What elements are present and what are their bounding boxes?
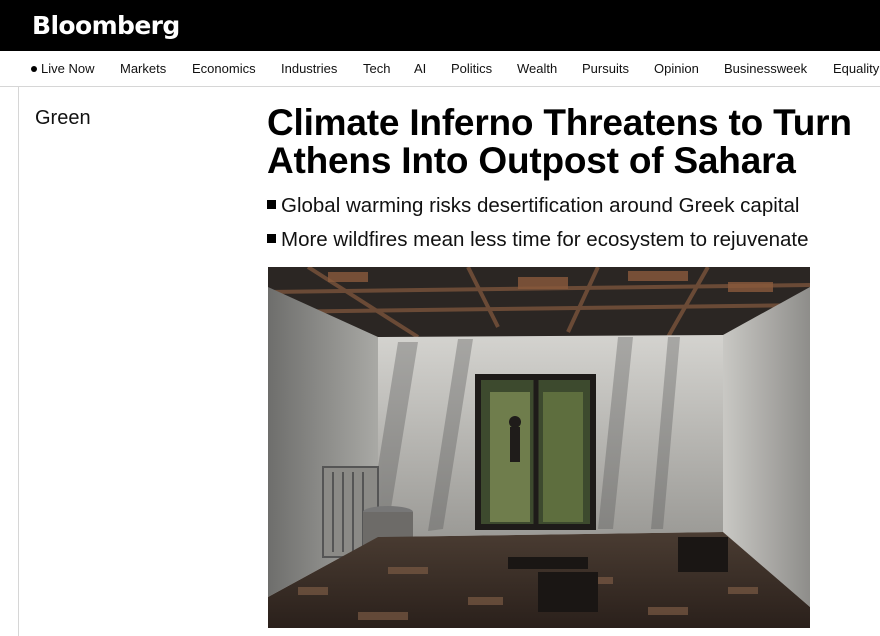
nav-item-wealth[interactable]: Wealth — [517, 61, 557, 76]
section-label[interactable]: Green — [35, 107, 91, 130]
nav-item-opinion[interactable]: Opinion — [654, 61, 699, 76]
nav-item-tech[interactable]: Tech — [363, 61, 390, 76]
top-bar: Bloomberg — [0, 0, 880, 51]
square-bullet-icon — [267, 234, 276, 243]
nav-item-pursuits[interactable]: Pursuits — [582, 61, 629, 76]
article-hero-image — [268, 267, 810, 628]
article-headline: Climate Inferno Threatens to Turn Athens… — [267, 104, 880, 180]
nav-item-businessweek[interactable]: Businessweek — [724, 61, 807, 76]
left-divider — [18, 87, 19, 636]
headline-line-1: Climate Inferno Threatens to Turn — [267, 102, 852, 143]
headline-line-2: Athens Into Outpost of Sahara — [267, 140, 796, 181]
summary-bullet: More wildfires mean less time for ecosys… — [267, 223, 809, 257]
nav-item-politics[interactable]: Politics — [451, 61, 492, 76]
article-summary: Global warming risks desertification aro… — [267, 189, 809, 257]
nav-item-economics[interactable]: Economics — [192, 61, 256, 76]
live-dot-icon — [31, 66, 37, 72]
square-bullet-icon — [267, 200, 276, 209]
nav-item-markets[interactable]: Markets — [120, 61, 166, 76]
main-nav: Live Now Markets Economics Industries Te… — [0, 51, 880, 87]
nav-item-equality[interactable]: Equality — [833, 61, 879, 76]
bloomberg-logo[interactable]: Bloomberg — [32, 11, 180, 40]
nav-item-ai[interactable]: AI — [414, 61, 426, 76]
nav-item-live-now[interactable]: Live Now — [31, 61, 94, 76]
summary-bullet: Global warming risks desertification aro… — [267, 189, 809, 223]
nav-item-industries[interactable]: Industries — [281, 61, 337, 76]
burned-room-photo — [268, 267, 810, 628]
